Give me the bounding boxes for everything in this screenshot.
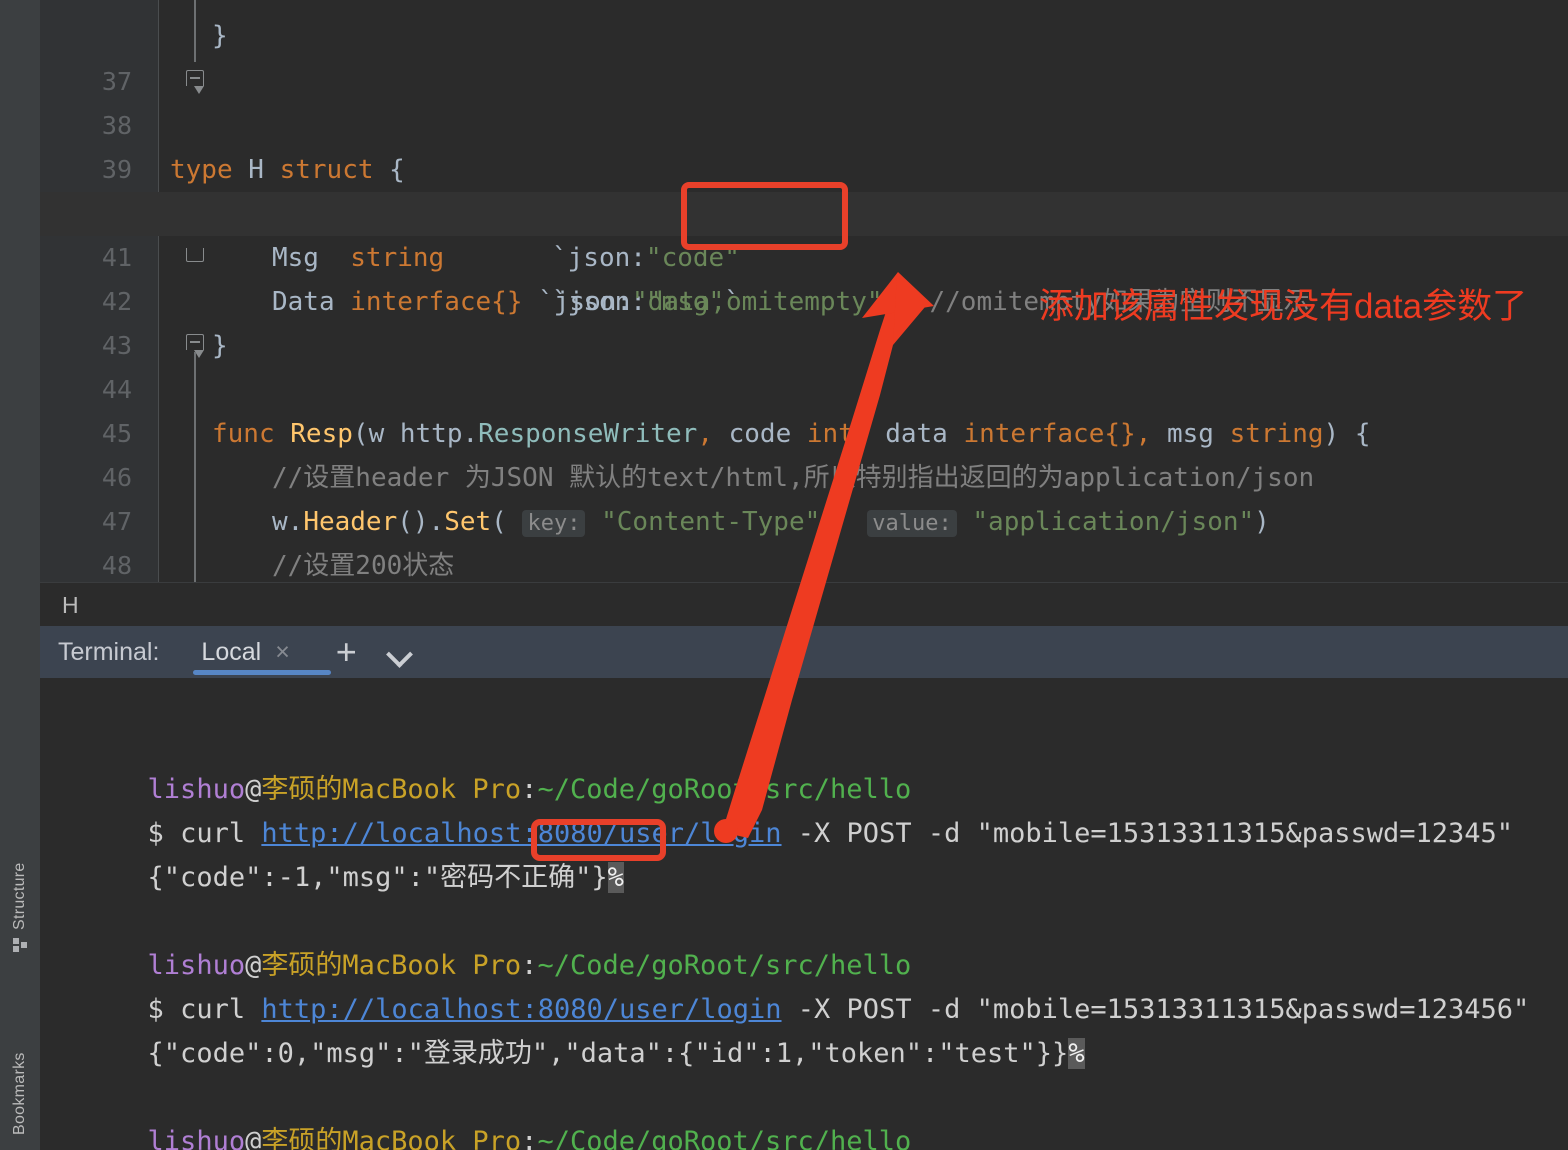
terminal-tab-label: Local xyxy=(201,637,262,666)
terminal-tab-local[interactable]: Local × xyxy=(193,626,332,678)
terminal-partial-line-marker: % xyxy=(607,862,624,893)
plus-icon[interactable]: + xyxy=(336,634,357,670)
code-line-41: 41 Data interface{} `json:"data,omitempt… xyxy=(40,192,1568,317)
ide-window: Structure Bookmarks } 37 38 type H struc… xyxy=(0,0,1568,1150)
code-line-46: 46 w.Header().Set( key: "Content-Type", … xyxy=(40,412,1568,537)
fold-marker-38[interactable] xyxy=(186,70,204,94)
code-line-47: 47 //设置200状态 xyxy=(40,456,1568,581)
terminal-partial-line-marker: % xyxy=(1068,1038,1085,1069)
code-line-45: 45 //设置header 为JSON 默认的text/html,所以特别指出返… xyxy=(40,368,1568,493)
sidebar-item-bookmarks[interactable]: Bookmarks xyxy=(0,1010,40,1135)
annotation-note: 添加该属性发现没有data参数了 xyxy=(1039,287,1528,326)
fold-marker-44[interactable] xyxy=(186,334,204,358)
terminal-json-output: {"code":-1,"msg":"密码不正确"} xyxy=(147,862,608,893)
left-tool-strip: Structure Bookmarks xyxy=(0,0,41,1150)
code-line-38: 38 type H struct { xyxy=(40,60,1568,185)
tab-active-underline xyxy=(193,670,332,675)
sidebar-item-label-bookmarks: Bookmarks xyxy=(11,1052,28,1135)
sidebar-item-structure[interactable]: Structure xyxy=(0,832,40,952)
fold-marker-42[interactable] xyxy=(186,248,204,262)
terminal-toolbar: Terminal: Local × + xyxy=(40,626,1568,678)
code-line-37: 37 xyxy=(40,16,1568,96)
terminal-label: Terminal: xyxy=(58,637,160,666)
breadcrumb[interactable]: H xyxy=(40,582,1568,626)
close-icon[interactable]: × xyxy=(275,639,290,665)
sidebar-item-label-structure: Structure xyxy=(11,862,28,930)
grid-icon xyxy=(13,938,27,952)
terminal-input-line[interactable]: $ xyxy=(50,1120,197,1150)
terminal-output[interactable]: lishuo@李硕的MacBook Pro:~/Code/goRoot/src/… xyxy=(40,678,1568,1150)
code-line-48: 48 w.WriteHeader(http.StatusOK) xyxy=(40,500,1568,580)
code-line-49: 49 xyxy=(40,544,1568,582)
code-line-39: 39 Code int `json:"code"` xyxy=(40,104,1568,273)
chevron-down-icon[interactable] xyxy=(387,645,413,659)
prompt-path: ~/Code/goRoot/src/hello xyxy=(537,1126,912,1150)
code-line-40: 40 Msg string `json:"msg"` xyxy=(40,148,1568,317)
code-line-42: 42 } xyxy=(40,236,1568,361)
code-line-44: 44 func Resp(w http.ResponseWriter, code… xyxy=(40,324,1568,449)
code-line-partial: } xyxy=(40,0,1568,51)
prompt-host: 李硕的MacBook Pro xyxy=(261,1126,522,1150)
fold-guide xyxy=(194,0,196,62)
terminal-json-output: {"code":0,"msg":"登录成功","data":{"id":1,"t… xyxy=(147,1038,1069,1069)
